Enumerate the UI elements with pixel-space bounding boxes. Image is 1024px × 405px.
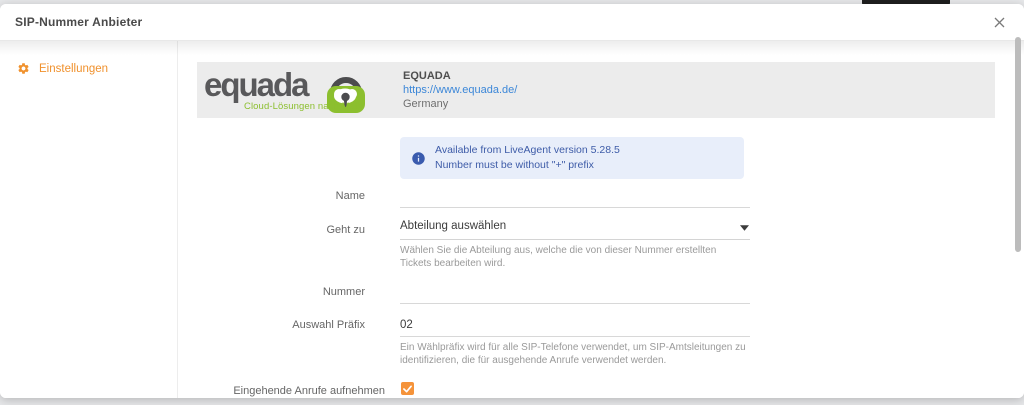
info-line-2: Number must be without "+" prefix	[435, 158, 620, 173]
provider-country: Germany	[403, 98, 517, 110]
provider-url-link[interactable]: https://www.equada.de/	[403, 84, 517, 96]
checkmark-icon	[403, 385, 412, 393]
nummer-input[interactable]	[400, 284, 750, 304]
sidebar-item-label: Einstellungen	[39, 63, 108, 75]
name-label: Name	[178, 186, 365, 208]
info-line-1: Available from LiveAgent version 5.28.5	[435, 143, 620, 158]
form-row-record-calls: Eingehende Anrufe aufnehmen	[178, 381, 751, 398]
gear-icon	[17, 62, 30, 75]
form-row-name: Name	[178, 186, 750, 208]
form-row-nummer: Nummer	[178, 282, 750, 304]
record-calls-label: Eingehende Anrufe aufnehmen	[178, 381, 385, 398]
info-icon	[411, 151, 426, 166]
sidebar-item-einstellungen[interactable]: Einstellungen	[0, 56, 177, 81]
equada-logo-text: equada	[204, 65, 308, 105]
form-row-geht-zu: Geht zu Abteilung auswählen Wählen Sie d…	[178, 220, 750, 270]
lock-icon	[323, 67, 369, 120]
provider-meta: EQUADA https://www.equada.de/ Germany	[403, 70, 517, 110]
nummer-label: Nummer	[178, 282, 365, 304]
info-box: Available from LiveAgent version 5.28.5 …	[400, 137, 744, 179]
dialog-title: SIP-Nummer Anbieter	[15, 15, 142, 29]
dialog-body: Einstellungen equada	[0, 41, 1024, 398]
sip-provider-dialog: SIP-Nummer Anbieter Einstellungen equada	[0, 4, 1024, 398]
provider-band: equada Cloud-Lösungen nach Maß	[197, 62, 995, 118]
praefix-input[interactable]	[400, 317, 750, 337]
name-input[interactable]	[400, 188, 750, 208]
vertical-scrollbar[interactable]	[1015, 37, 1021, 252]
equada-logo-tagline: Cloud-Lösungen nach Maß	[244, 101, 361, 112]
department-select[interactable]: Abteilung auswählen	[400, 220, 750, 240]
department-helper-text: Wählen Sie die Abteilung aus, welche die…	[400, 244, 750, 270]
record-calls-checkbox[interactable]	[401, 382, 414, 395]
chevron-down-icon	[740, 225, 749, 231]
dialog-header: SIP-Nummer Anbieter	[0, 4, 1024, 41]
main-content: equada Cloud-Lösungen nach Maß	[178, 41, 1024, 398]
praefix-helper-text: Ein Wählpräfix wird für alle SIP-Telefon…	[400, 341, 750, 367]
equada-logo: equada Cloud-Lösungen nach Maß	[197, 64, 395, 116]
close-button[interactable]	[988, 11, 1010, 33]
provider-name: EQUADA	[403, 70, 517, 82]
geht-zu-label: Geht zu	[178, 220, 365, 270]
sidebar: Einstellungen	[0, 41, 178, 398]
form-row-praefix: Auswahl Präfix Ein Wählpräfix wird für a…	[178, 315, 750, 367]
praefix-label: Auswahl Präfix	[178, 315, 365, 367]
close-icon	[994, 17, 1005, 28]
department-select-value: Abteilung auswählen	[400, 220, 506, 232]
